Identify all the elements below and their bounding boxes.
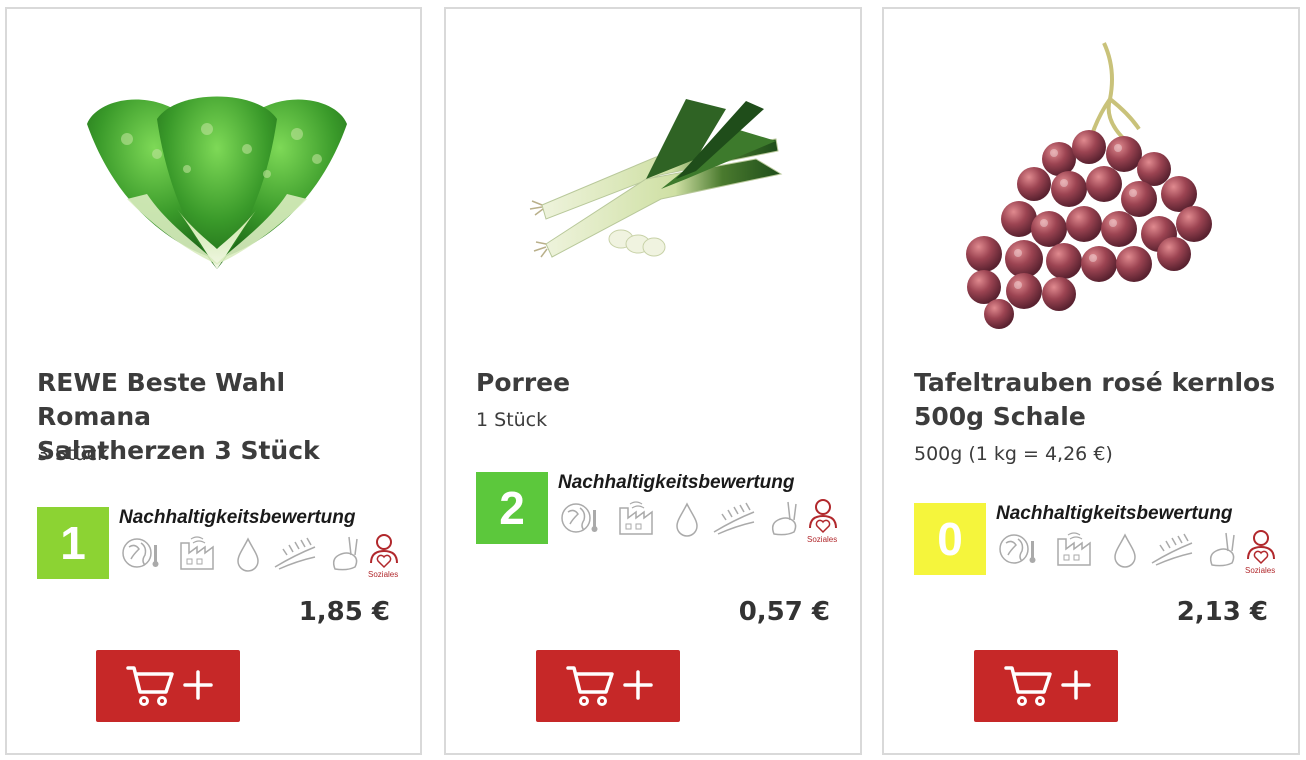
product-image[interactable]: [446, 29, 860, 329]
water-drop-icon: [676, 502, 698, 537]
sustainability-score-badge: 1: [37, 507, 109, 579]
sustainability-rating-label: Nachhaltigkeitsbewertung: [119, 507, 356, 528]
social-label: Soziales: [807, 535, 838, 544]
sustainability-rating-label: Nachhaltigkeitsbewertung: [996, 503, 1233, 524]
rabbit-icon: [1209, 532, 1235, 567]
person-heart-icon: [370, 534, 398, 569]
sustainability-score-badge: 0: [914, 503, 986, 575]
product-title-line[interactable]: Porree: [476, 366, 840, 400]
sustainability-rating: 0 Nachhaltigkeitsbewertung Soziales: [914, 503, 1275, 579]
product-image[interactable]: [884, 29, 1298, 329]
sustainability-rating: 1 Nachhaltigkeitsbewertung Soziales: [37, 507, 398, 583]
add-to-cart-button[interactable]: [536, 650, 680, 722]
romaine-lettuce-image: [87, 96, 347, 269]
add-to-cart-button[interactable]: [96, 650, 240, 722]
social-label: Soziales: [1245, 566, 1276, 575]
wheat-field-icon: [713, 502, 755, 535]
grapes-image: [966, 42, 1212, 329]
product-price: 0,57 €: [738, 597, 830, 627]
cart-plus-icon: [1004, 666, 1091, 706]
sustainability-rating: 2 Nachhaltigkeitsbewertung Soziales: [476, 472, 837, 548]
product-card[interactable]: Tafeltrauben rosé kernlos 500g Schale 50…: [882, 7, 1300, 755]
product-quantity: 500g (1 kg = 4,26 €): [914, 443, 1113, 465]
water-drop-icon: [237, 537, 259, 572]
factory-icon: [180, 536, 214, 570]
add-to-cart-button[interactable]: [974, 650, 1118, 722]
sustainability-icons: Soziales: [560, 498, 840, 544]
wheat-field-icon: [274, 537, 316, 570]
leek-image: [529, 99, 783, 258]
product-price: 2,13 €: [1176, 597, 1268, 627]
rabbit-icon: [771, 501, 797, 536]
social-label: Soziales: [368, 570, 399, 579]
product-price: 1,85 €: [298, 597, 390, 627]
person-heart-icon: [1247, 530, 1275, 565]
water-drop-icon: [1114, 533, 1136, 568]
sustainability-score-badge: 2: [476, 472, 548, 544]
globe-thermometer-icon: [561, 503, 598, 533]
cart-plus-icon: [126, 666, 213, 706]
sustainability-rating-label: Nachhaltigkeitsbewertung: [558, 472, 795, 493]
product-quantity: 1 Stück: [476, 409, 548, 431]
product-card[interactable]: Porree 1 Stück 2 Nachhaltigkeitsbewertun…: [444, 7, 862, 755]
product-title-line[interactable]: REWE Beste Wahl Romana: [37, 366, 400, 434]
factory-icon: [1057, 532, 1091, 566]
product-card[interactable]: REWE Beste Wahl Romana Salatherzen 3 Stü…: [5, 7, 422, 755]
product-title[interactable]: Tafeltrauben rosé kernlos 500g Schale: [914, 366, 1278, 434]
product-title[interactable]: Porree: [476, 366, 840, 400]
wheat-field-icon: [1151, 533, 1193, 566]
cart-plus-icon: [566, 666, 653, 706]
rabbit-icon: [332, 536, 358, 571]
factory-icon: [619, 501, 653, 535]
person-heart-icon: [809, 499, 837, 534]
product-image[interactable]: [7, 29, 420, 329]
product-quantity: 3 Stück: [37, 443, 109, 465]
product-title-line[interactable]: 500g Schale: [914, 400, 1278, 434]
product-title-line[interactable]: Tafeltrauben rosé kernlos: [914, 366, 1278, 400]
globe-thermometer-icon: [122, 538, 159, 568]
sustainability-icons: Soziales: [998, 529, 1278, 575]
sustainability-icons: Soziales: [121, 533, 401, 579]
globe-thermometer-icon: [999, 534, 1036, 564]
